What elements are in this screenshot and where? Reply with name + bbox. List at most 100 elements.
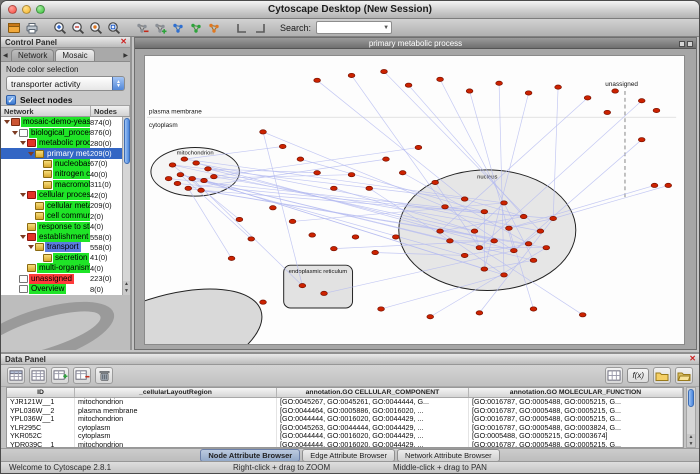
tab-edge-attribute-browser[interactable]: Edge Attribute Browser — [302, 449, 395, 462]
tree-row-label: nucleobase-cont — [53, 159, 90, 169]
tree-row[interactable]: Overview8(0) — [1, 284, 130, 294]
tree-row[interactable]: metabolic process280(0) — [1, 138, 130, 148]
tree-row[interactable]: cell communicati2(0) — [1, 211, 130, 221]
printer-icon[interactable] — [24, 20, 40, 36]
tree-scrollbar[interactable]: ▲▼ — [122, 117, 130, 295]
tree-row[interactable]: transport558(0) — [1, 242, 130, 252]
tab-network-attribute-browser[interactable]: Network Attribute Browser — [397, 449, 500, 462]
matrix-icon[interactable] — [605, 367, 623, 384]
tree-row[interactable]: nucleobase-cont67(0) — [1, 159, 130, 169]
expand-icon[interactable] — [3, 117, 11, 127]
show-all-icon[interactable] — [152, 20, 168, 36]
status-welcome: Welcome to Cytoscape 2.8.1 — [9, 463, 111, 472]
table-cell: plasma membrane — [75, 407, 277, 416]
node-color-selection: Node color selection transporter activit… — [1, 62, 130, 106]
destroy-network-icon[interactable] — [188, 20, 204, 36]
expand-icon[interactable] — [27, 242, 35, 252]
network-view-title: primary metabolic process — [369, 39, 462, 48]
table-scrollbar-thumb[interactable] — [688, 389, 694, 407]
window-close-icon[interactable] — [687, 41, 693, 47]
combo-arrows-icon[interactable]: ▲▼ — [112, 76, 125, 91]
tab-scroll-right-icon[interactable]: ▶ — [123, 52, 128, 59]
table-row[interactable]: YJR121W__1mitochondrion[GO:0045267, GO:0… — [7, 398, 683, 407]
tree-row[interactable]: mosaic-demo-yeast874(0) — [1, 117, 130, 127]
tree-row[interactable]: multi-organism pro4(0) — [1, 263, 130, 273]
tree-scrollbar-arrows[interactable]: ▲▼ — [123, 281, 130, 295]
table-scrollbar[interactable]: ▲▼ — [686, 387, 696, 448]
network-view-titlebar[interactable]: primary metabolic process — [135, 38, 696, 49]
control-panel-close-icon[interactable]: ✕ — [120, 38, 127, 46]
open-folder-icon[interactable] — [675, 367, 693, 384]
tree-column-network[interactable]: Network — [1, 106, 91, 116]
tree-row-label: macromolecule — [53, 180, 90, 190]
table-cell: [GO:0005488, GO:0005215, GO:0003674] — [469, 432, 683, 441]
folder-icon — [27, 223, 36, 231]
tree-row[interactable]: response to stimulu4(0) — [1, 221, 130, 231]
tree-column-nodes[interactable]: Nodes — [91, 106, 130, 116]
delete-attribute-icon[interactable] — [73, 367, 91, 384]
import-attributes-icon[interactable] — [653, 367, 671, 384]
zoom-in-icon[interactable] — [52, 20, 68, 36]
color-attribute-select[interactable]: transporter activity ▲▼ — [6, 76, 125, 91]
no-expand-icon — [27, 211, 35, 221]
expand-icon[interactable] — [11, 128, 19, 138]
attribute-table-header: ID_cellularLayoutRegionannotation.GO CEL… — [7, 388, 683, 398]
search-dropdown-icon[interactable]: ▼ — [383, 25, 389, 31]
table-scrollbar-arrows[interactable]: ▲▼ — [687, 434, 695, 447]
tab-scroll-left-icon[interactable]: ◀ — [3, 52, 8, 59]
folder-icon — [35, 212, 44, 220]
search-input[interactable] — [317, 22, 391, 33]
page-icon — [19, 129, 28, 137]
svg-text:endoplasmic reticulum: endoplasmic reticulum — [289, 269, 348, 275]
session-icon[interactable] — [6, 20, 22, 36]
zoom-fit-icon[interactable] — [106, 20, 122, 36]
annotation-icon[interactable] — [234, 20, 250, 36]
tree-row[interactable]: cellular metaboli209(0) — [1, 201, 130, 211]
table-row[interactable]: YPL036W__1mitochondrion[GO:0044444, GO:0… — [7, 415, 683, 424]
expand-icon[interactable] — [19, 138, 27, 148]
trash-icon[interactable] — [95, 367, 113, 384]
table-row[interactable]: YLR295Ccytoplasm[GO:0045263, GO:0044444,… — [7, 424, 683, 433]
layout-icon[interactable] — [252, 20, 268, 36]
tree-row[interactable]: cellular process42(0) — [1, 190, 130, 200]
select-nodes-checkbox[interactable]: ✓ — [6, 95, 16, 105]
table-row[interactable]: YPL036W__2plasma membrane[GO:0044464, GO… — [7, 407, 683, 416]
tree-row[interactable]: unassigned223(0) — [1, 274, 130, 284]
zoom-selected-icon[interactable] — [88, 20, 104, 36]
function-builder-button[interactable]: f(x) — [627, 368, 649, 383]
search-box[interactable]: ▼ — [316, 21, 392, 34]
expand-icon[interactable] — [27, 149, 35, 159]
column-header[interactable]: _cellularLayoutRegion — [75, 388, 277, 397]
window-restore-icon[interactable] — [679, 41, 685, 47]
tree-row[interactable]: secretion41(0) — [1, 253, 130, 263]
table-row[interactable]: YDR039C__1mitochondrion[GO:0044444, GO:0… — [7, 441, 683, 448]
table-cell: YJR121W__1 — [7, 398, 75, 407]
new-network-from-selection-icon[interactable] — [170, 20, 186, 36]
tab-node-attribute-browser[interactable]: Node Attribute Browser — [200, 449, 300, 462]
expand-icon[interactable] — [19, 190, 27, 200]
tree-row[interactable]: primary metabolic209(0) — [1, 148, 130, 158]
tree-row[interactable]: biological_process876(0) — [1, 127, 130, 137]
new-attribute-icon[interactable] — [51, 367, 69, 384]
column-header[interactable]: ID — [7, 388, 75, 397]
tree-scrollbar-thumb[interactable] — [124, 118, 130, 164]
svg-text:cytoplasm: cytoplasm — [149, 122, 178, 129]
tree-row[interactable]: nitrogen compou40(0) — [1, 169, 130, 179]
hide-selected-icon[interactable] — [134, 20, 150, 36]
column-header[interactable]: annotation.GO CELLULAR_COMPONENT — [277, 388, 469, 397]
network-canvas[interactable]: mitochondrionnucleusendoplasmic reticulu… — [144, 55, 685, 345]
expand-icon[interactable] — [19, 232, 27, 242]
table-row[interactable]: YKR052Ccytoplasm[GO:0044444, GO:0016020,… — [7, 432, 683, 441]
column-header[interactable]: annotation.GO MOLECULAR_FUNCTION — [469, 388, 683, 397]
tree-row[interactable]: macromolecule311(0) — [1, 180, 130, 190]
titlebar[interactable]: Cytoscape Desktop (New Session) — [1, 1, 699, 19]
tab-mosaic[interactable]: Mosaic — [55, 49, 94, 61]
tree-row[interactable]: establishment of lo558(0) — [1, 232, 130, 242]
vizmapper-icon[interactable] — [206, 20, 222, 36]
zoom-out-icon[interactable] — [70, 20, 86, 36]
unselect-attributes-icon[interactable] — [29, 367, 47, 384]
select-attributes-icon[interactable] — [7, 367, 25, 384]
window-title: Cytoscape Desktop (New Session) — [1, 4, 699, 15]
data-panel-close-icon[interactable]: ✕ — [689, 355, 696, 363]
tab-network[interactable]: Network — [11, 49, 54, 61]
